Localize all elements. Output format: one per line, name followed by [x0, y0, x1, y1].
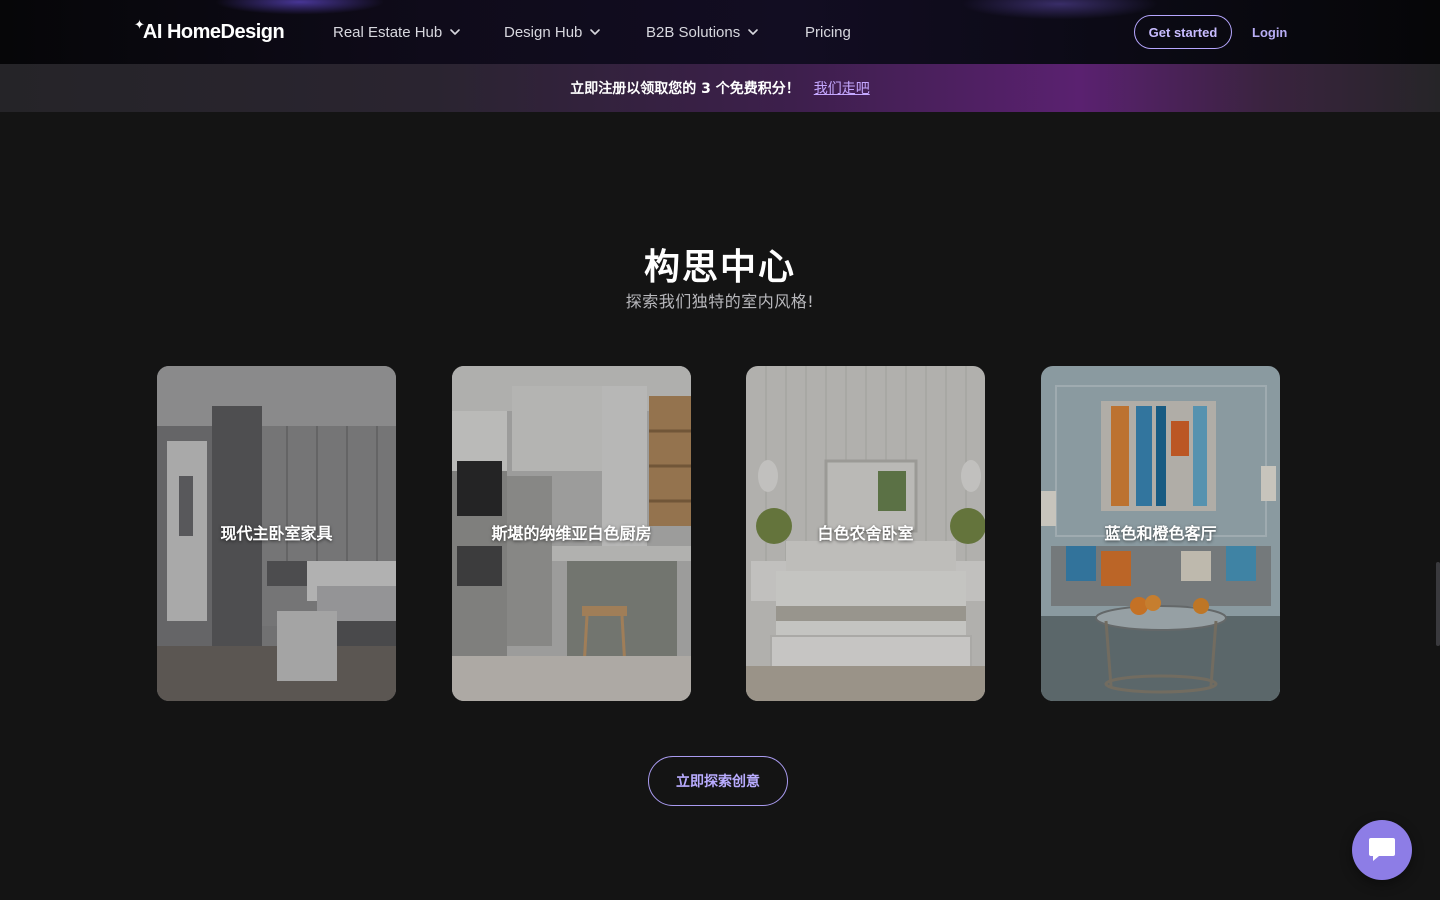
scrollbar-thumb[interactable]: [1436, 562, 1440, 646]
sparkle-icon: ✦: [134, 17, 145, 33]
card-label: 蓝色和橙色客厅: [1104, 523, 1217, 543]
nav-item-label: B2B Solutions: [646, 23, 741, 41]
card-label: 斯堪的纳维亚白色厨房: [491, 523, 652, 543]
section-title: 构思中心: [643, 247, 796, 288]
chevron-down-icon: [450, 29, 461, 35]
get-started-button[interactable]: Get started: [1134, 15, 1232, 49]
chevron-down-icon: [748, 29, 759, 35]
promo-banner: 立即注册以领取您的 3 个免费积分！ 我们走吧: [0, 64, 1440, 112]
idea-card-scandinavian-kitchen[interactable]: 斯堪的纳维亚白色厨房: [452, 366, 691, 701]
promo-text: 立即注册以领取您的 3 个免费积分！: [570, 81, 800, 97]
top-navbar: ✦ AI HomeDesign Real Estate Hub Design H…: [0, 0, 1440, 64]
brand-name: AI HomeDesign: [142, 20, 285, 43]
nav-item-label: Pricing: [805, 23, 851, 41]
idea-card-farmhouse-bedroom[interactable]: 白色农舍卧室: [746, 366, 985, 701]
nav-item-label: Design Hub: [504, 23, 583, 41]
promo-link[interactable]: 我们走吧: [814, 78, 870, 98]
card-label: 白色农舍卧室: [817, 523, 914, 543]
chat-launcher-button[interactable]: [1352, 820, 1412, 880]
nav-item-real-estate-hub[interactable]: Real Estate Hub: [333, 22, 462, 42]
nav-item-design-hub[interactable]: Design Hub: [504, 22, 602, 42]
nav-item-b2b-solutions[interactable]: B2B Solutions: [646, 22, 760, 42]
chat-icon: [1369, 838, 1395, 861]
nav-item-pricing[interactable]: Pricing: [805, 22, 851, 42]
nav-item-label: Real Estate Hub: [333, 23, 443, 41]
login-button[interactable]: Login: [1252, 22, 1287, 42]
idea-card-modern-bedroom[interactable]: 现代主卧室家具: [157, 366, 396, 701]
chevron-down-icon: [590, 29, 601, 35]
section-subtitle: 探索我们独特的室内风格!: [625, 292, 815, 311]
card-label: 现代主卧室家具: [220, 523, 333, 543]
idea-card-blue-orange-living[interactable]: 蓝色和橙色客厅: [1041, 366, 1280, 701]
explore-ideas-button[interactable]: 立即探索创意: [648, 756, 788, 806]
brand-logo[interactable]: ✦ AI HomeDesign: [134, 17, 285, 46]
